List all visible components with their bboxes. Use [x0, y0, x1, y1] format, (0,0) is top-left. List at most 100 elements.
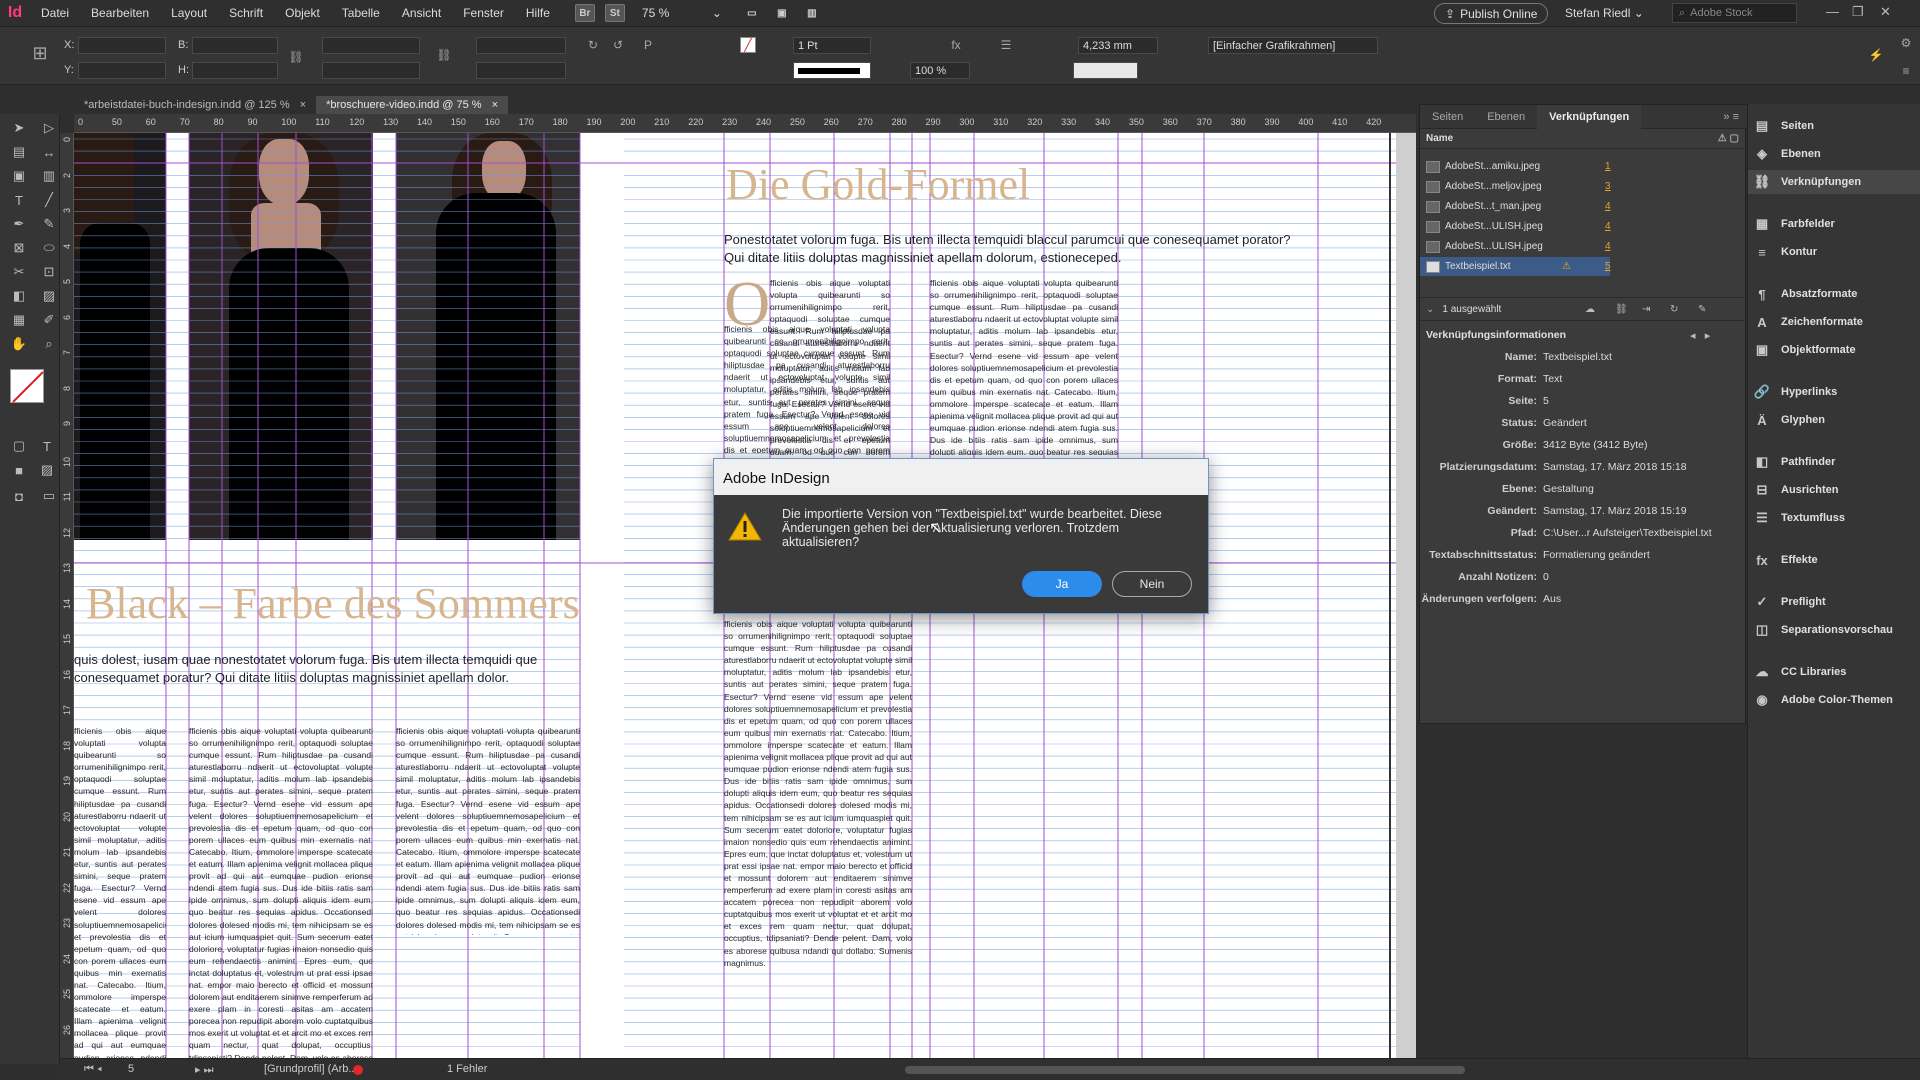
line-tool-icon[interactable]: ╱ — [38, 190, 60, 210]
stroke-type-select[interactable] — [793, 62, 871, 79]
formatting-text-icon[interactable]: T — [36, 436, 58, 456]
shear-field[interactable] — [476, 62, 566, 79]
rectangle-frame-tool-icon[interactable]: ⊠ — [8, 238, 30, 258]
text-wrap-icon[interactable]: ☰ — [998, 37, 1014, 53]
menu-schrift[interactable]: Schrift — [218, 6, 274, 20]
arrange-documents-icon[interactable]: ▥ — [802, 4, 822, 22]
heading-gold[interactable]: Die Gold-Formel — [726, 159, 1030, 210]
first-page-icon[interactable]: ⏮ ◂ — [84, 1063, 102, 1076]
screen-mode-tool-icon[interactable]: ▭ — [38, 486, 60, 506]
dock-item-pages[interactable]: ▤ Seiten — [1748, 114, 1920, 138]
tab-verknuepfungen[interactable]: Verknüpfungen — [1537, 105, 1642, 129]
next-page-icon[interactable]: ▸ ⏭ — [195, 1063, 213, 1077]
goto-link-icon[interactable]: ⇥ — [1642, 304, 1650, 315]
fx-icon[interactable]: fx — [948, 37, 964, 53]
warning-column-icon[interactable]: ⚠ ▢ — [1718, 133, 1739, 144]
gradient-feather-tool-icon[interactable]: ▨ — [38, 286, 60, 306]
panel-menu-icon[interactable]: ≡ — [1898, 63, 1914, 79]
rotation-field[interactable] — [476, 37, 566, 54]
reference-point-icon[interactable]: ⊞ — [28, 41, 52, 65]
content-placer-icon[interactable]: ▥ — [38, 166, 60, 186]
formatting-container-icon[interactable]: ▢ — [8, 436, 30, 456]
scale-y-field[interactable] — [322, 62, 420, 79]
bridge-icon[interactable]: Br — [574, 4, 595, 22]
hand-tool-icon[interactable]: ✋ — [8, 334, 30, 354]
prev-next-icon[interactable]: ◂ ▸ — [1690, 329, 1710, 342]
view-options-icon[interactable]: ▣ — [772, 4, 792, 22]
selection-tool-icon[interactable]: ➤ — [8, 118, 30, 138]
text-column-black-2[interactable]: fficienis obis aique voluptati volupta q… — [189, 725, 373, 1058]
menu-layout[interactable]: Layout — [160, 6, 218, 20]
yes-button[interactable]: Ja — [1022, 571, 1102, 597]
menu-bearbeiten[interactable]: Bearbeiten — [80, 6, 160, 20]
intro-right[interactable]: Ponestotatet volorum fuga. Bis utem ille… — [724, 231, 1314, 267]
eyedropper-tool-icon[interactable]: ✐ — [38, 310, 60, 330]
link-page[interactable]: 3 — [1605, 181, 1611, 192]
dock-item-pathfinder[interactable]: ◧ Pathfinder — [1748, 450, 1920, 474]
dock-item-character-styles[interactable]: A Zeichenformate — [1748, 310, 1920, 334]
gear-icon[interactable]: ⚙ — [1898, 35, 1914, 51]
dock-item-layers[interactable]: ◈ Ebenen — [1748, 142, 1920, 166]
link-scale-icon[interactable]: ⛓ — [436, 47, 452, 63]
dock-item-links[interactable]: ⛓ Verknüpfungen — [1748, 170, 1920, 194]
close-icon[interactable]: × — [492, 99, 498, 111]
tab-ebenen[interactable]: Ebenen — [1475, 105, 1537, 129]
link-page[interactable]: 4 — [1605, 241, 1611, 252]
link-row[interactable]: AdobeSt...ULISH.jpeg 4 — [1420, 217, 1611, 236]
gap-tool-icon[interactable]: ↔ — [38, 142, 60, 162]
link-row[interactable]: AdobeSt...ULISH.jpeg 4 — [1420, 237, 1611, 256]
link-page[interactable]: 5 — [1605, 261, 1611, 272]
constrain-proportions-icon[interactable]: ⛓ — [288, 49, 304, 65]
pencil-tool-icon[interactable]: ✎ — [38, 214, 60, 234]
gradient-tool-icon[interactable]: ◧ — [8, 286, 30, 306]
horizontal-scrollbar[interactable] — [905, 1066, 1465, 1074]
heading-black[interactable]: Black – Farbe des Sommers — [86, 578, 580, 629]
free-transform-tool-icon[interactable]: ⊡ — [38, 262, 60, 282]
dock-item-color-themes[interactable]: ◉ Adobe Color-Themen — [1748, 688, 1920, 712]
text-column-gold-2[interactable]: fficienis obis aique voluptati volupta q… — [930, 277, 1118, 455]
normal-view-icon[interactable]: ◘ — [8, 486, 30, 506]
panel-collapse-icon[interactable]: » ≡ — [1715, 105, 1747, 128]
offset-field[interactable]: 4,233 mm — [1078, 37, 1158, 54]
flip-icon[interactable]: P — [640, 37, 656, 53]
menu-tabelle[interactable]: Tabelle — [331, 6, 391, 20]
close-icon[interactable]: ✕ — [1880, 4, 1891, 20]
note-tool-icon[interactable]: ▦ — [8, 310, 30, 330]
tab-broschuere[interactable]: *broschuere-video.indd @ 75 % × — [316, 96, 508, 114]
dock-item-stroke[interactable]: ≡ Kontur — [1748, 240, 1920, 264]
chevron-down-icon[interactable]: ⌄ — [1420, 304, 1434, 315]
intro-left[interactable]: quis dolest, iusam quae nonestotatet vol… — [74, 651, 580, 687]
text-column-gold-1b[interactable]: fficienis obis aique voluptati volupta q… — [724, 323, 890, 453]
menu-hilfe[interactable]: Hilfe — [515, 6, 561, 20]
link-row[interactable]: AdobeSt...meljov.jpeg 3 — [1420, 177, 1611, 196]
publish-online-button[interactable]: ⇪ Publish Online — [1434, 3, 1549, 24]
ellipse-tool-icon[interactable]: ⬭ — [38, 238, 60, 258]
direct-selection-tool-icon[interactable]: ▷ — [38, 118, 60, 138]
link-page[interactable]: 1 — [1605, 161, 1611, 172]
dock-item-text-wrap[interactable]: ☰ Textumfluss — [1748, 506, 1920, 530]
link-row[interactable]: AdobeSt...amiku.jpeg 1 — [1420, 157, 1611, 176]
no-button[interactable]: Nein — [1112, 571, 1192, 597]
link-page[interactable]: 4 — [1605, 201, 1611, 212]
type-tool-icon[interactable]: T — [8, 190, 30, 210]
tab-arbeitsdatei[interactable]: *arbeistdatei-buch-indesign.indd @ 125 %… — [74, 96, 316, 114]
rotate-icon[interactable]: ↻ — [585, 37, 601, 53]
zoom-select[interactable]: 75 % ⌄ — [642, 6, 722, 20]
update-link-icon[interactable]: ↻ — [1670, 304, 1678, 315]
x-field[interactable] — [78, 37, 166, 54]
tab-seiten[interactable]: Seiten — [1420, 105, 1475, 129]
link-page[interactable]: 4 — [1605, 221, 1611, 232]
page-number[interactable]: 5 — [128, 1063, 134, 1075]
preflight-profile[interactable]: [Grundprofil] (Arb... — [264, 1063, 358, 1075]
menu-ansicht[interactable]: Ansicht — [391, 6, 452, 20]
menu-objekt[interactable]: Objekt — [274, 6, 331, 20]
cc-libraries-link-icon[interactable]: ☁ — [1585, 304, 1595, 315]
dock-item-hyperlinks[interactable]: 🔗 Hyperlinks — [1748, 380, 1920, 404]
close-icon[interactable]: × — [300, 99, 306, 111]
scissors-tool-icon[interactable]: ✂ — [8, 262, 30, 282]
dock-item-glyphs[interactable]: Ä Glyphen — [1748, 408, 1920, 432]
edit-original-icon[interactable]: ✎ — [1698, 304, 1706, 315]
rotate-ccw-icon[interactable]: ↺ — [610, 37, 626, 53]
dock-item-object-styles[interactable]: ▣ Objektformate — [1748, 338, 1920, 362]
fill-swatch-icon[interactable]: ╱ — [740, 37, 756, 53]
